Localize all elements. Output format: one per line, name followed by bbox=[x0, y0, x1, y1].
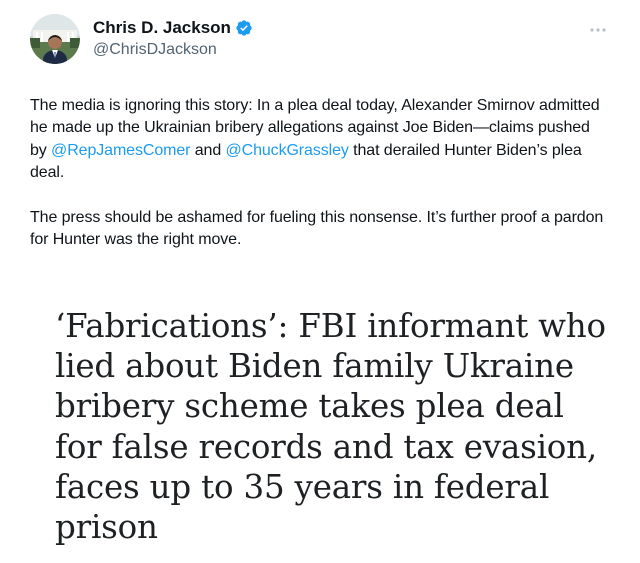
verified-badge-icon bbox=[235, 19, 253, 37]
mention-link-chuckgrassley[interactable]: @ChuckGrassley bbox=[225, 142, 348, 159]
mention-link-repjamescomer[interactable]: @RepJamesComer bbox=[51, 142, 190, 159]
more-options-icon[interactable] bbox=[589, 22, 607, 32]
author-name-row[interactable]: Chris D. Jackson bbox=[93, 18, 253, 38]
tweet-text: The media is ignoring this story: In a p… bbox=[30, 95, 610, 251]
avatar[interactable] bbox=[30, 14, 80, 64]
tweet-paragraph-1: The media is ignoring this story: In a p… bbox=[30, 95, 610, 185]
tweet-paragraph-2: The press should be ashamed for fueling … bbox=[30, 208, 604, 249]
tweet: Chris D. Jackson @ChrisDJackson The medi… bbox=[0, 0, 640, 563]
avatar-photo-icon bbox=[30, 14, 80, 64]
author-name: Chris D. Jackson bbox=[93, 18, 231, 37]
author-handle[interactable]: @ChrisDJackson bbox=[93, 40, 217, 60]
tweet-text-segment: and bbox=[190, 141, 226, 159]
article-headline[interactable]: ‘Fabrications’: FBI informant who lied a… bbox=[55, 306, 615, 547]
